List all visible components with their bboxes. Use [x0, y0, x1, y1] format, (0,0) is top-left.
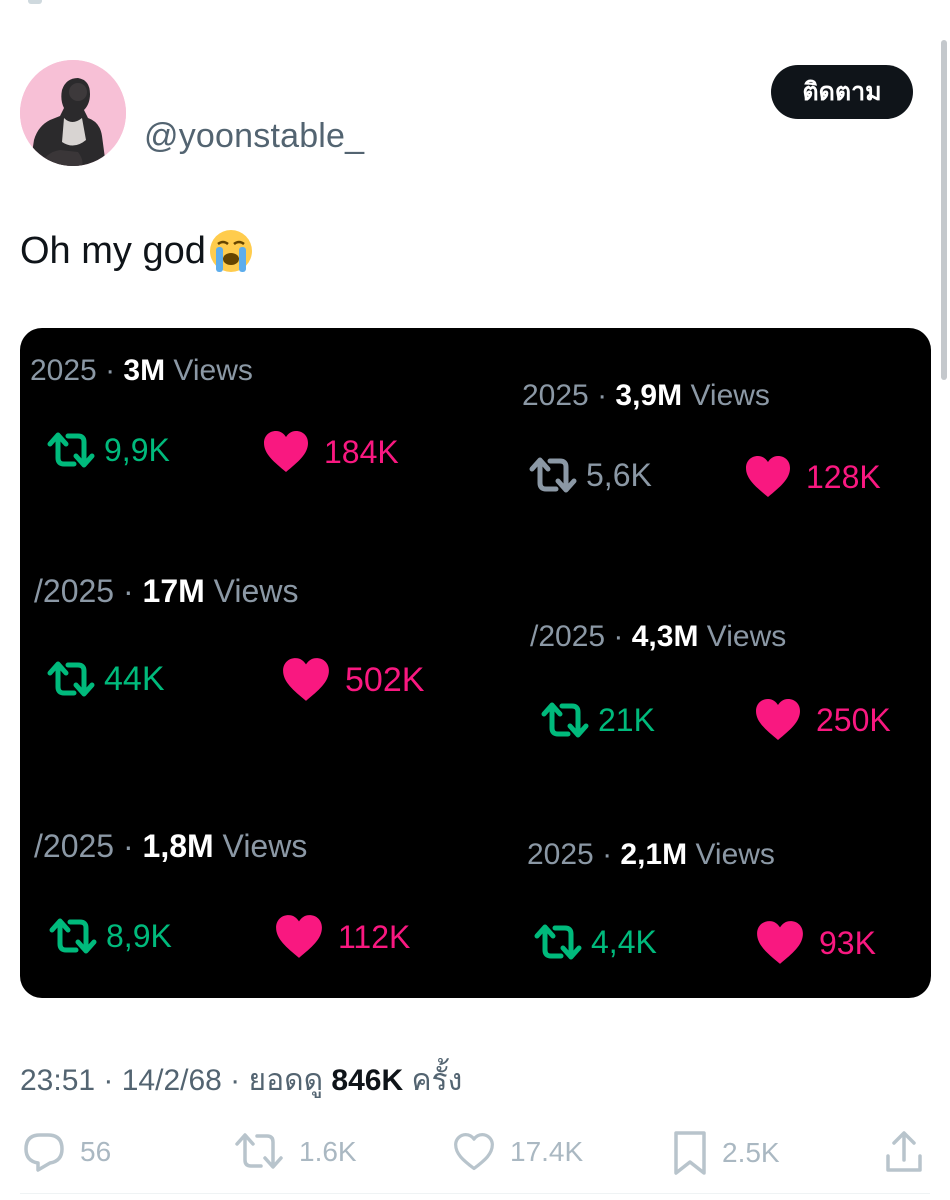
tweet-text: Oh my god [20, 228, 254, 274]
avatar-image [20, 60, 126, 166]
stat-block: 2025 · 2,1M Views 4,4K 93K [527, 838, 876, 964]
like-count: 184K [324, 433, 399, 470]
repost-count: 1.6K [299, 1136, 357, 1167]
retweet-stat: 44K [46, 659, 165, 699]
attached-stats-image[interactable]: 2025 · 3M Views 9,9K 184K 2025 · 3,9M Vi… [20, 328, 931, 998]
views-line: /2025 · 1,8M Views [34, 828, 308, 864]
stat-block: 2025 · 3M Views 9,9K 184K [30, 354, 399, 472]
views-count: 846K [331, 1064, 404, 1097]
avatar[interactable] [20, 60, 126, 166]
share-icon [886, 1131, 922, 1172]
share-button[interactable] [884, 1130, 924, 1174]
like-count: 17.4K [510, 1136, 584, 1167]
stat-block: /2025 · 1,8M Views 8,9K 112K [34, 828, 410, 958]
retweet-icon [48, 916, 98, 956]
heart-icon [754, 698, 802, 742]
bookmark-icon [674, 1131, 706, 1175]
heart-outline-icon [454, 1132, 494, 1171]
heart-icon [755, 920, 805, 966]
tweet-page: @yoonstable_ ติดตาม Oh my god 2025 · 3M … [0, 0, 950, 1200]
like-count: 128K [806, 458, 881, 495]
like-count: 502K [345, 660, 425, 699]
bookmark-button[interactable]: 2.5K [672, 1130, 780, 1176]
reply-icon [24, 1133, 64, 1172]
like-stat: 128K [744, 455, 881, 499]
retweet-icon [528, 455, 578, 495]
retweet-icon [46, 659, 96, 699]
heart-icon [744, 455, 792, 499]
tweet-timestamp[interactable]: 23:51 · 14/2/68 · [20, 1064, 249, 1097]
retweet-stat: 5,6K [528, 455, 652, 495]
like-stat: 502K [281, 657, 424, 703]
views-line: 2025 · 2,1M Views [527, 838, 775, 871]
views-line: 2025 · 3M Views [30, 354, 253, 387]
repost-button[interactable]: 1.6K [233, 1130, 357, 1174]
views-label: ยอดดู [248, 1064, 332, 1097]
divider [20, 1193, 930, 1194]
retweet-stat: 4,4K [533, 922, 657, 962]
stat-block: /2025 · 4,3M Views 21K 250K [530, 620, 891, 740]
heart-icon [262, 430, 310, 474]
retweet-icon [46, 430, 96, 470]
views-line: 2025 · 3,9M Views [522, 379, 770, 412]
retweet-stat: 21K [540, 700, 655, 740]
retweet-stat: 8,9K [48, 916, 172, 956]
retweet-count: 44K [104, 659, 165, 698]
views-line: /2025 · 17M Views [34, 573, 299, 609]
bookmark-count: 2.5K [722, 1137, 780, 1168]
retweet-count: 8,9K [106, 917, 172, 954]
repost-icon [235, 1133, 283, 1169]
action-bar: 56 1.6K 17.4K 2.5K [0, 1130, 950, 1180]
retweet-icon [533, 922, 583, 962]
reply-button[interactable]: 56 [22, 1130, 111, 1174]
views-line: /2025 · 4,3M Views [530, 620, 787, 653]
follow-button[interactable]: ติดตาม [771, 65, 913, 119]
retweet-count: 9,9K [104, 431, 170, 468]
heart-icon [281, 657, 331, 703]
crying-face-emoji-icon [209, 230, 252, 272]
like-stat: 93K [755, 920, 876, 966]
like-count: 93K [819, 924, 876, 961]
like-stat: 250K [754, 698, 891, 742]
stat-block: /2025 · 17M Views 44K 502K [34, 573, 424, 701]
like-stat: 184K [262, 430, 399, 474]
heart-icon [274, 914, 324, 960]
like-stat: 112K [274, 914, 410, 960]
scrollbar[interactable] [941, 40, 947, 380]
tweet-meta: 23:51 · 14/2/68 · ยอดดู 846K ครั้ง [20, 1057, 462, 1104]
retweet-count: 21K [598, 701, 655, 738]
author-handle[interactable]: @yoonstable_ [144, 117, 364, 156]
tweet-text-content: Oh my god [20, 229, 206, 272]
like-count: 250K [816, 701, 891, 738]
retweet-count: 5,6K [586, 456, 652, 493]
views-unit: ครั้ง [403, 1064, 463, 1097]
stat-block: 2025 · 3,9M Views 5,6K 128K [522, 379, 881, 497]
retweet-icon [540, 700, 590, 740]
retweet-count: 4,4K [591, 923, 657, 960]
like-count: 112K [338, 918, 411, 955]
top-edge-fragment [28, 0, 42, 4]
like-button[interactable]: 17.4K [452, 1130, 583, 1174]
retweet-stat: 9,9K [46, 430, 170, 470]
reply-count: 56 [80, 1136, 112, 1167]
